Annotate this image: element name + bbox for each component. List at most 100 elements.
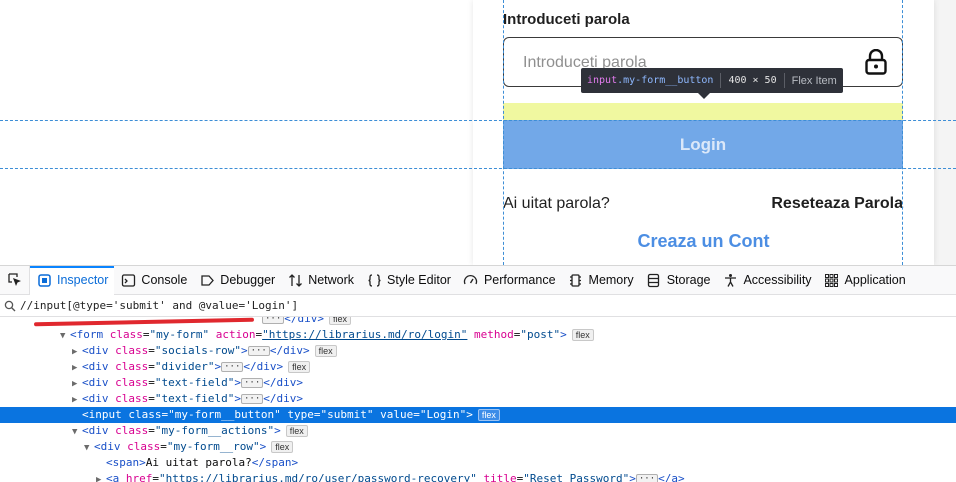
expand-toggle-icon[interactable]: ▼ <box>84 440 94 456</box>
attr-value: "my-form__row" <box>166 440 260 453</box>
element-picker-icon[interactable] <box>0 265 30 295</box>
expand-toggle-icon[interactable]: ▼ <box>72 424 82 440</box>
expand-toggle-icon[interactable]: ▶ <box>72 376 82 392</box>
markup-search-input[interactable] <box>20 299 920 312</box>
tab-label: Debugger <box>220 273 276 287</box>
attr-value: "my-form__actions" <box>154 424 275 437</box>
accessibility-icon <box>722 272 738 288</box>
attr-value: "Login" <box>419 408 467 421</box>
tab-performance[interactable]: Performance <box>457 266 562 295</box>
flex-badge[interactable]: flex <box>285 425 308 437</box>
tab-application[interactable]: Application <box>818 266 912 295</box>
expand-toggle-icon[interactable]: ▶ <box>72 360 82 376</box>
attr-value: "divider" <box>154 360 215 373</box>
tag-name: <form <box>70 328 104 341</box>
attr-name: action <box>215 328 256 341</box>
flex-badge[interactable]: flex <box>571 329 594 341</box>
flex-badge[interactable]: flex <box>329 317 352 325</box>
storage-icon <box>646 272 662 288</box>
expand-toggle-icon[interactable]: ▼ <box>60 328 70 344</box>
tab-accessibility[interactable]: Accessibility <box>716 266 817 295</box>
expand-toggle-icon[interactable]: ▶ <box>72 392 82 408</box>
collapsed-ellipsis[interactable]: ··· <box>247 346 270 356</box>
tooltip-separator <box>783 73 785 88</box>
attr-value: "Reset Password" <box>523 472 630 482</box>
inspector-margin-highlight <box>503 103 903 120</box>
tag-close: > <box>560 328 567 341</box>
expand-toggle-icon[interactable]: ▶ <box>96 472 106 482</box>
attr-name: class <box>109 328 143 341</box>
debugger-icon <box>199 272 215 288</box>
tab-memory[interactable]: Memory <box>562 266 640 295</box>
tab-storage[interactable]: Storage <box>640 266 717 295</box>
collapsed-ellipsis[interactable]: ··· <box>240 378 264 388</box>
inspector-tooltip: input .my-form__button 400 × 50 Flex Item <box>581 68 843 99</box>
flex-badge[interactable]: flex <box>314 345 337 357</box>
tag-close: </div> <box>284 317 325 325</box>
inspector-guide-top <box>0 120 956 121</box>
tree-row-socials[interactable]: ▶ <div class="socials-row"> ··· </div> flex <box>0 343 956 359</box>
markup-tree: ··· </div> flex ▼ <form class="my-form" act… <box>0 317 956 482</box>
text-node: Ai uitat parola? <box>145 456 252 469</box>
attr-name: method <box>474 328 514 341</box>
tab-label: Accessibility <box>743 273 812 287</box>
collapsed-ellipsis[interactable]: ··· <box>221 362 244 372</box>
attr-value: "submit" <box>320 408 374 421</box>
tree-row-actions[interactable]: ▼ <div class="my-form__actions"> flex <box>0 423 956 439</box>
tooltip-dimensions: 400 × 50 <box>728 75 777 86</box>
attr-value: "post" <box>520 328 561 341</box>
page-gutter <box>934 0 956 265</box>
collapsed-ellipsis[interactable]: ··· <box>240 394 264 404</box>
collapsed-ellipsis[interactable]: ··· <box>635 474 659 482</box>
performance-icon <box>463 272 479 288</box>
inspector-guide-right <box>902 0 903 265</box>
network-icon <box>287 272 303 288</box>
tab-label: Console <box>141 273 188 287</box>
tooltip-layout: Flex Item <box>791 74 837 87</box>
tab-label: Network <box>308 273 355 287</box>
inspector-guide-left <box>503 0 504 265</box>
markup-search-bar <box>0 295 956 317</box>
tree-row-text-field[interactable]: ▶ <div class="text-field"> ··· </div> <box>0 391 956 407</box>
tooltip-tag: input <box>587 75 618 86</box>
tooltip-separator <box>720 73 722 88</box>
tab-label: Inspector <box>57 273 109 287</box>
devtools-panel: Inspector Console Debugger Network Style… <box>0 265 956 482</box>
tree-row-divider[interactable]: ▶ <div class="divider"> ··· </div> flex <box>0 359 956 375</box>
tree-row-form[interactable]: ▼ <form class="my-form" action="https://l… <box>0 327 956 343</box>
expand-toggle-icon[interactable]: ▶ <box>72 344 82 360</box>
inspector-guide-bottom <box>0 168 956 169</box>
application-icon <box>824 272 840 288</box>
tree-row-anchor[interactable]: ▶ <a href="https://librarius.md/ro/user/p… <box>0 471 956 482</box>
tree-row-form-row[interactable]: ▼ <div class="my-form__row"> flex <box>0 439 956 455</box>
tab-label: Storage <box>666 273 711 287</box>
reset-password-link[interactable]: Reseteaza Parola <box>771 195 903 213</box>
create-account-link[interactable]: Creaza un Cont <box>473 231 934 252</box>
tab-label: Performance <box>483 273 556 287</box>
attr-value-link[interactable]: "https://librarius.md/ro/login" <box>262 328 467 341</box>
collapsed-ellipsis[interactable]: ··· <box>262 317 285 324</box>
tab-network[interactable]: Network <box>281 266 360 295</box>
flex-badge[interactable]: flex <box>271 441 294 453</box>
inspector-icon <box>36 272 52 288</box>
tab-debugger[interactable]: Debugger <box>193 266 281 295</box>
tab-style-editor[interactable]: Style Editor <box>360 266 457 295</box>
flex-badge[interactable]: flex <box>288 361 311 373</box>
page-viewport: Introduceti parola Login Ai uitat parola… <box>0 0 956 265</box>
login-button[interactable]: Login <box>503 120 903 169</box>
lock-icon[interactable] <box>864 49 888 75</box>
style-editor-icon <box>366 272 382 288</box>
password-field-label: Introduceti parola <box>503 11 630 28</box>
tree-row-text-field[interactable]: ▶ <div class="text-field"> ··· </div> <box>0 375 956 391</box>
attr-value-link[interactable]: "https://librarius.md/ro/user/password-r… <box>159 472 477 482</box>
tree-row-span[interactable]: <span>Ai uitat parola?</span> <box>0 455 956 471</box>
console-icon <box>120 272 136 288</box>
flex-badge[interactable]: flex <box>477 409 500 421</box>
forgot-password-text: Ai uitat parola? <box>503 195 610 212</box>
tree-row-selected-input[interactable]: <input class="my-form__button" type="sub… <box>0 407 956 423</box>
tab-console[interactable]: Console <box>114 266 193 295</box>
tab-label: Application <box>844 273 906 287</box>
attr-value: "my-form__button" <box>168 408 281 421</box>
attr-value: "text-field" <box>154 376 235 389</box>
tab-inspector[interactable]: Inspector <box>30 265 115 295</box>
